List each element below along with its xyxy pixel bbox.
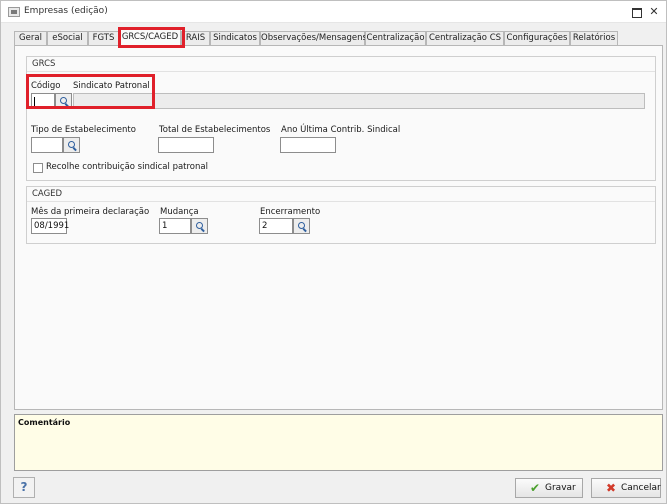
total-estabelecimentos-input[interactable]	[158, 137, 214, 153]
caged-group: CAGED Mês da primeira declaração 08/1991…	[26, 186, 656, 244]
tab-relatorios[interactable]: Relatórios	[570, 31, 618, 46]
help-button[interactable]: ?	[13, 477, 35, 498]
recolhe-contribuicao-checkbox[interactable]	[33, 163, 43, 173]
tab-centralizacao[interactable]: Centralização	[365, 31, 426, 46]
tab-centralizacao-cs[interactable]: Centralização CS	[426, 31, 504, 46]
window-title: Empresas (edição)	[24, 6, 108, 16]
tab-highlight-marker	[118, 27, 185, 48]
tipo-estabelecimento-lookup-button[interactable]	[63, 137, 80, 153]
title-bar: Empresas (edição) ✕	[1, 1, 666, 23]
recolhe-contribuicao-label: Recolhe contribuição sindical patronal	[46, 162, 208, 172]
tab-geral[interactable]: Geral	[14, 31, 47, 46]
encerramento-lookup-button[interactable]	[293, 218, 310, 234]
sindicato-patronal-field	[73, 93, 645, 109]
encerramento-input[interactable]: 2	[259, 218, 293, 234]
grcs-group-title: GRCS	[32, 59, 56, 69]
save-button[interactable]: ✔ Gravar	[515, 478, 583, 498]
tab-observacoes-mensagens[interactable]: Observações/Mensagens	[260, 31, 367, 46]
codigo-highlight-marker	[26, 74, 155, 109]
tab-rais[interactable]: RAIS	[181, 31, 210, 46]
grcs-group-divider	[27, 71, 655, 72]
mes-primeira-declaracao-input[interactable]: 08/1991	[31, 218, 69, 234]
search-icon	[298, 222, 305, 229]
window: Empresas (edição) ✕ Geral eSocial FGTS G…	[0, 0, 667, 504]
mudanca-input[interactable]: 1	[159, 218, 191, 234]
save-button-label: Gravar	[545, 483, 576, 493]
cancel-button[interactable]: ✖ Cancelar	[591, 478, 661, 498]
cancel-button-label: Cancelar	[621, 483, 661, 493]
tab-fgts[interactable]: FGTS	[88, 31, 119, 46]
mudanca-lookup-button[interactable]	[191, 218, 208, 234]
tipo-estabelecimento-input[interactable]	[31, 137, 63, 153]
check-icon: ✔	[530, 481, 541, 495]
search-icon	[68, 141, 75, 148]
tab-sindicatos[interactable]: Sindicatos	[210, 31, 260, 46]
ano-ultima-contrib-input[interactable]	[280, 137, 336, 153]
x-icon: ✖	[606, 481, 617, 495]
caged-group-divider	[27, 201, 655, 202]
mes-primeira-declaracao-label: Mês da primeira declaração	[31, 207, 150, 217]
maximize-icon[interactable]	[628, 4, 644, 20]
close-icon[interactable]: ✕	[646, 4, 662, 20]
tipo-estabelecimento-label: Tipo de Estabelecimento	[31, 125, 136, 135]
caged-group-title: CAGED	[32, 189, 63, 199]
ano-ultima-contrib-label: Ano Última Contrib. Sindical	[281, 125, 401, 135]
search-icon	[196, 222, 203, 229]
tab-configuracoes[interactable]: Configurações	[504, 31, 570, 46]
total-estabelecimentos-label: Total de Estabelecimentos	[159, 125, 271, 135]
encerramento-label: Encerramento	[260, 207, 321, 217]
tab-esocial[interactable]: eSocial	[47, 31, 88, 46]
app-icon	[8, 7, 20, 17]
mudanca-label: Mudança	[160, 207, 199, 217]
comment-field[interactable]: Comentário	[14, 414, 663, 471]
comment-label: Comentário	[18, 418, 71, 427]
